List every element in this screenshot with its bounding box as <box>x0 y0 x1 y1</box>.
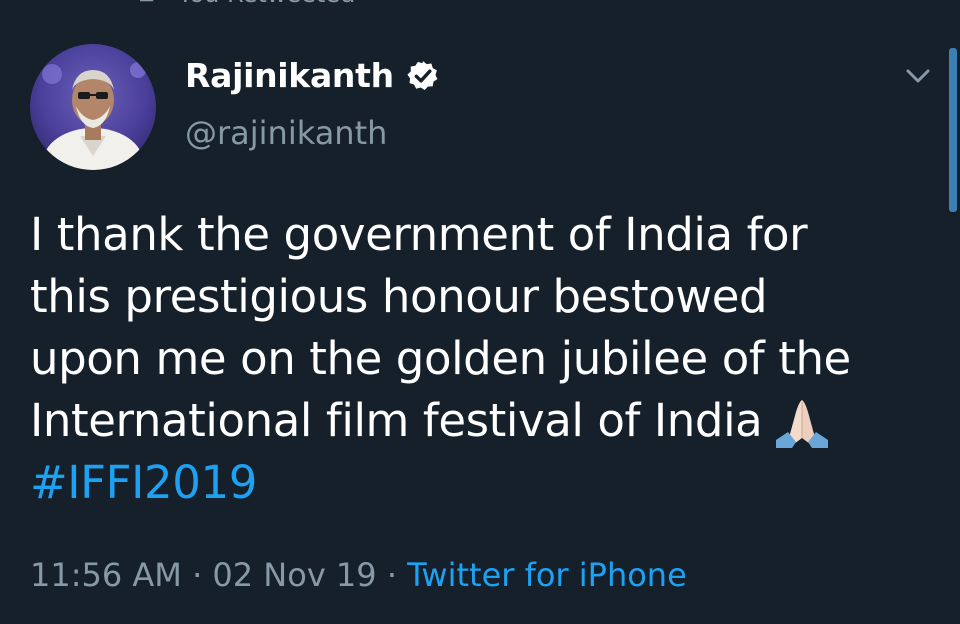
retweet-icon <box>140 0 154 2</box>
tweet-text-line: I thank the government of India for <box>30 208 808 261</box>
avatar[interactable] <box>30 44 156 170</box>
tweet-text-line: International film festival of India <box>30 394 763 447</box>
author-display-name[interactable]: Rajinikanth <box>185 56 394 95</box>
verified-badge-icon <box>407 60 438 90</box>
avatar-image <box>30 44 156 170</box>
meta-separator: · <box>376 556 408 594</box>
chevron-down-icon[interactable] <box>900 62 936 90</box>
folded-hands-icon <box>776 400 829 448</box>
retweet-context-label: You Retweeted <box>178 0 355 8</box>
tweet-text-line: this prestigious honour bestowed <box>30 270 768 323</box>
tweet-time: 11:56 AM <box>30 556 182 594</box>
tweet-text-line: upon me on the golden jubilee of the <box>30 332 851 385</box>
author-name-row[interactable]: Rajinikanth <box>185 56 440 95</box>
author-handle[interactable]: @rajinikanth <box>185 114 387 152</box>
scrollbar[interactable] <box>949 48 957 212</box>
tweet-text: I thank the government of India for this… <box>30 204 930 514</box>
tweet-source-link[interactable]: Twitter for iPhone <box>407 556 687 594</box>
tweet-meta: 11:56 AM · 02 Nov 19 · Twitter for iPhon… <box>30 556 687 594</box>
tweet-date: 02 Nov 19 <box>212 556 377 594</box>
hashtag-link[interactable]: #IFFI2019 <box>30 452 930 514</box>
tweet-detail-screen: You Retweeted Rajinikan <box>0 0 960 624</box>
meta-separator: · <box>181 556 213 594</box>
tweet-text-line-with-emoji: International film festival of India <box>30 390 930 452</box>
